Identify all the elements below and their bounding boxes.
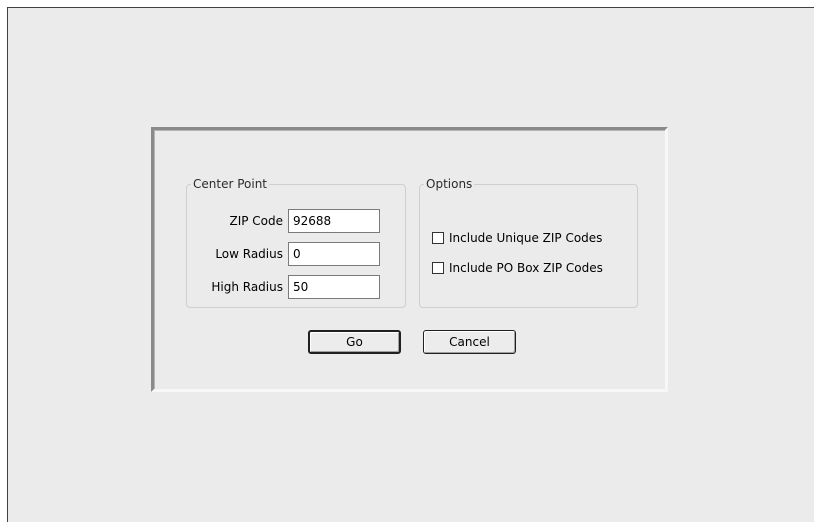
center-point-group: Center Point ZIP Code Low Radius High Ra…	[186, 177, 406, 308]
zip-code-label: ZIP Code	[229, 214, 283, 228]
options-legend: Options	[426, 177, 473, 191]
include-po-box-label: Include PO Box ZIP Codes	[449, 261, 603, 275]
high-radius-input[interactable]	[288, 275, 380, 299]
cancel-button[interactable]: Cancel	[423, 330, 516, 354]
low-radius-row: Low Radius	[187, 242, 405, 268]
zip-code-row: ZIP Code	[187, 209, 405, 235]
include-unique-checkbox-row[interactable]: Include Unique ZIP Codes	[432, 229, 602, 247]
include-po-box-checkbox[interactable]	[432, 262, 444, 274]
include-unique-checkbox[interactable]	[432, 232, 444, 244]
dialog-body: Center Point ZIP Code Low Radius High Ra…	[154, 130, 665, 389]
zip-radius-dialog: Center Point ZIP Code Low Radius High Ra…	[151, 127, 668, 392]
low-radius-input[interactable]	[288, 242, 380, 266]
center-point-legend: Center Point	[193, 177, 267, 191]
screen: Center Point ZIP Code Low Radius High Ra…	[0, 0, 814, 522]
go-button[interactable]: Go	[308, 330, 401, 354]
low-radius-label: Low Radius	[215, 247, 283, 261]
include-unique-label: Include Unique ZIP Codes	[449, 231, 603, 245]
zip-code-input[interactable]	[288, 209, 380, 233]
options-group: Options Include Unique ZIP Codes Include…	[419, 177, 638, 308]
high-radius-row: High Radius	[187, 275, 405, 301]
include-po-box-checkbox-row[interactable]: Include PO Box ZIP Codes	[432, 259, 603, 277]
high-radius-label: High Radius	[211, 280, 283, 294]
